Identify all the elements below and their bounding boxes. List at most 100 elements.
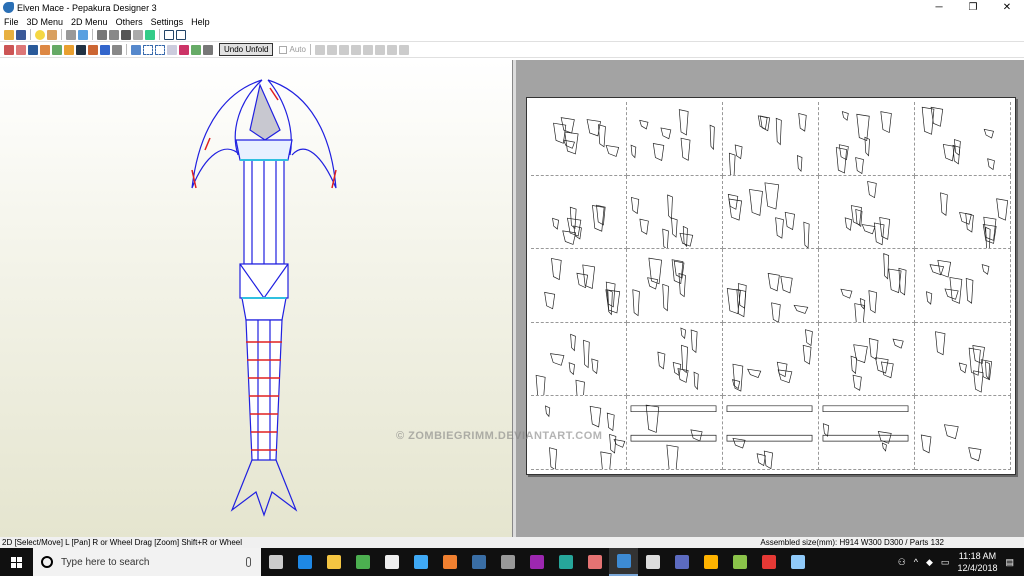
taskbar-app-app-11[interactable] <box>551 548 580 576</box>
menu-2d[interactable]: 2D Menu <box>71 17 108 27</box>
network-icon[interactable]: ▭ <box>941 557 950 568</box>
search-box[interactable]: Type here to search <box>33 548 261 576</box>
hp-app-icon <box>471 555 486 569</box>
close-button[interactable]: ✕ <box>990 0 1024 15</box>
part-outlines <box>840 253 907 322</box>
taskbar-app-media-app[interactable] <box>435 548 464 576</box>
window-icon[interactable] <box>164 29 174 40</box>
page-cell <box>531 102 627 176</box>
page-cell <box>723 102 819 176</box>
align-left-icon[interactable] <box>314 44 325 55</box>
taskbar-app-app-9[interactable] <box>493 548 522 576</box>
taskbar-app-app-15[interactable] <box>667 548 696 576</box>
text-icon[interactable] <box>64 44 74 55</box>
taskbar-app-store[interactable] <box>377 548 406 576</box>
number-icon[interactable] <box>167 44 177 55</box>
distribute-icon[interactable] <box>386 44 397 55</box>
fold-icon[interactable] <box>40 44 50 55</box>
page-cell <box>915 396 1011 470</box>
light-icon[interactable] <box>35 29 45 40</box>
part-outlines <box>630 405 717 469</box>
taskbar-app-app-12[interactable] <box>580 548 609 576</box>
view-icon[interactable] <box>78 29 88 40</box>
redo-icon[interactable] <box>100 44 110 55</box>
3d-view[interactable] <box>0 60 513 537</box>
align-middle-icon[interactable] <box>362 44 373 55</box>
menu-file[interactable]: File <box>4 17 19 27</box>
arrange-icon[interactable] <box>131 44 141 55</box>
bitmap-icon[interactable] <box>179 44 189 55</box>
taskbar-app-task-view[interactable] <box>261 548 290 576</box>
parts-icon[interactable] <box>109 29 119 40</box>
maximize-button[interactable]: ❐ <box>956 0 990 15</box>
image-icon[interactable] <box>76 44 86 55</box>
chevron-up-icon[interactable]: ^ <box>914 557 918 567</box>
align-center-icon[interactable] <box>326 44 337 55</box>
dropbox-icon[interactable]: ◆ <box>926 557 933 568</box>
rotate-part-icon[interactable] <box>398 44 409 55</box>
taskbar-app-edge[interactable] <box>290 548 319 576</box>
taskbar-app-chrome[interactable] <box>754 548 783 576</box>
taskbar-app-calculator[interactable] <box>638 548 667 576</box>
undo-unfold-button[interactable]: Undo Unfold <box>219 43 274 56</box>
print-icon[interactable] <box>203 44 213 55</box>
page-cell <box>915 175 1011 250</box>
menu-others[interactable]: Others <box>116 17 143 27</box>
rotate-icon[interactable] <box>66 29 76 40</box>
anchor-icon[interactable] <box>121 29 131 40</box>
setup-icon[interactable] <box>191 44 201 55</box>
part-outlines <box>630 109 715 161</box>
part-outlines <box>822 405 909 453</box>
page-cell <box>627 175 723 250</box>
auto-checkbox[interactable]: Auto <box>279 45 306 54</box>
minimize-button[interactable]: ─ <box>922 0 956 15</box>
tool-icon[interactable] <box>88 44 98 55</box>
clock[interactable]: 11:18 AM 12/4/2018 <box>957 550 997 574</box>
taskbar-app-green-app[interactable] <box>348 548 377 576</box>
notifications-icon[interactable]: ▤ <box>1005 557 1014 568</box>
layout-icon[interactable] <box>28 44 38 55</box>
taskbar-app-hp-app[interactable] <box>464 548 493 576</box>
flap-icon[interactable] <box>133 29 143 40</box>
date: 12/4/2018 <box>957 563 998 573</box>
color-icon[interactable] <box>145 29 155 40</box>
texture-icon[interactable] <box>47 29 57 40</box>
align-bottom-icon[interactable] <box>374 44 385 55</box>
edit-icon[interactable] <box>97 29 107 40</box>
page-cell <box>723 322 819 397</box>
page-cell <box>627 249 723 323</box>
people-icon[interactable]: ⚇ <box>898 557 906 568</box>
join-icon[interactable] <box>16 44 26 55</box>
part-outlines <box>632 257 686 317</box>
file-explorer-icon <box>326 555 341 569</box>
select-icon[interactable] <box>4 44 14 55</box>
page-cell <box>627 322 723 397</box>
align-top-icon[interactable] <box>350 44 361 55</box>
taskbar-app-app-16[interactable] <box>696 548 725 576</box>
microphone-icon[interactable] <box>246 557 251 567</box>
menu-settings[interactable]: Settings <box>151 17 184 27</box>
menu-3d[interactable]: 3D Menu <box>27 17 64 27</box>
open-icon[interactable] <box>4 29 14 40</box>
window2-icon[interactable] <box>176 29 186 40</box>
flap-edit-icon[interactable] <box>52 44 62 55</box>
internet-explorer-icon <box>413 555 428 569</box>
save-icon[interactable] <box>16 29 26 40</box>
page-cell <box>819 102 915 176</box>
taskbar-app-pepakura[interactable] <box>609 548 638 576</box>
taskbar-app-paint[interactable] <box>783 548 812 576</box>
calculator-icon <box>645 555 660 569</box>
taskbar-app-internet-explorer[interactable] <box>406 548 435 576</box>
scale-icon[interactable] <box>155 44 165 55</box>
start-button[interactable] <box>0 548 33 576</box>
taskbar-app-app-10[interactable] <box>522 548 551 576</box>
pepakura-icon <box>616 554 631 568</box>
taskbar-app-file-explorer[interactable] <box>319 548 348 576</box>
undo-icon[interactable] <box>112 44 122 55</box>
menu-help[interactable]: Help <box>191 17 210 27</box>
2d-view[interactable] <box>516 60 1024 537</box>
watermark: © ZOMBIEGRIMM.DEVIANTART.COM <box>396 430 603 442</box>
page-icon[interactable] <box>143 44 153 55</box>
taskbar-app-app-17[interactable] <box>725 548 754 576</box>
align-right-icon[interactable] <box>338 44 349 55</box>
